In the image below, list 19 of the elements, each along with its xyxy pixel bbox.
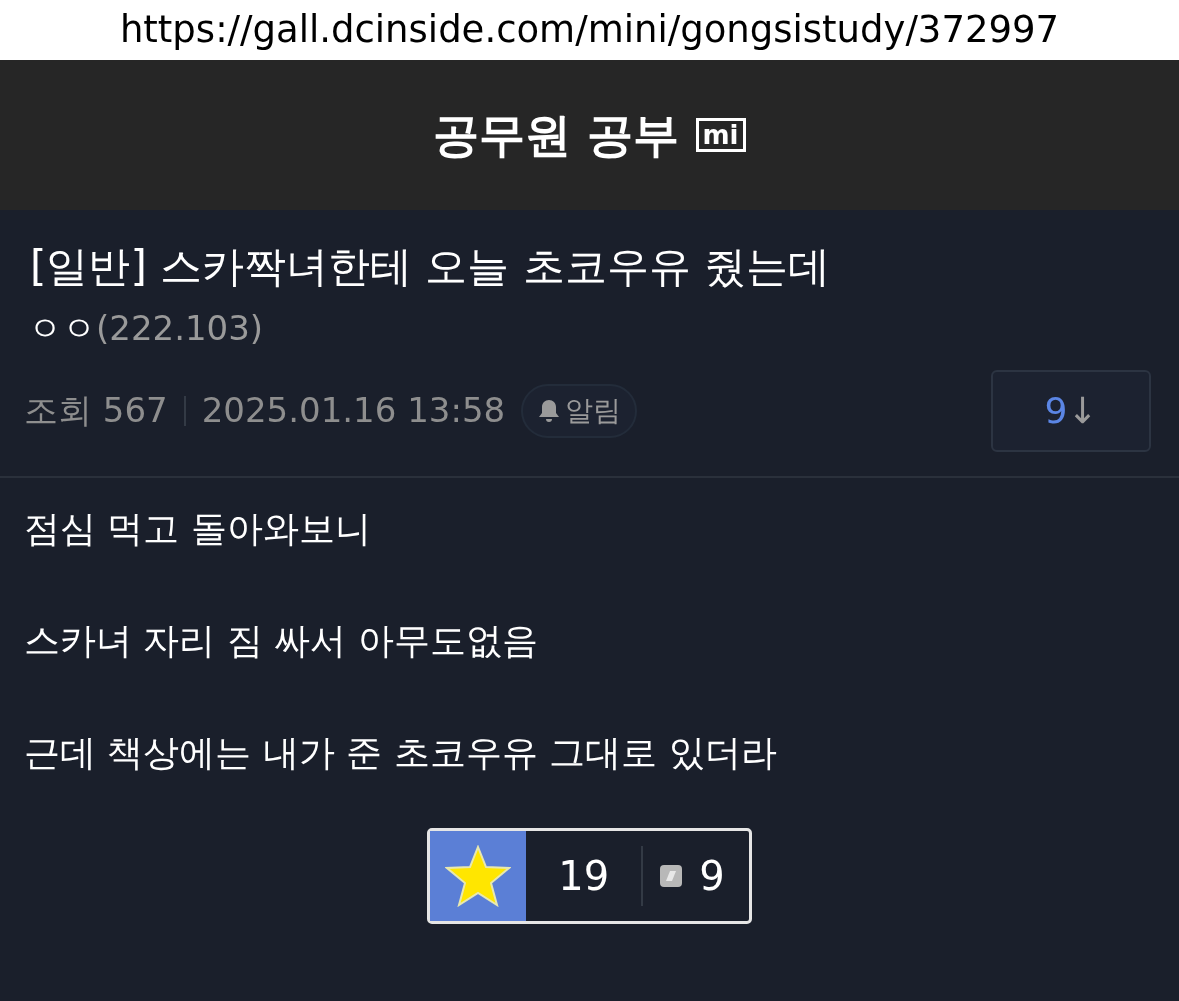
- mini-gallery-badge: mi: [695, 118, 746, 152]
- post-date: 2025.01.16 13:58: [201, 389, 506, 433]
- recommend-count: 19: [557, 851, 611, 901]
- star-icon: [445, 844, 512, 907]
- post-title: [일반] 스카짝녀한테 오늘 초코우유 줬는데: [29, 241, 832, 293]
- page-url: https://gall.dcinside.com/mini/gongsistudy/372997: [119, 7, 1060, 54]
- fixed-recommend-icon: [659, 863, 684, 888]
- fixed-recommend-count: 9: [698, 851, 726, 901]
- comment-count-button[interactable]: 9↓: [991, 369, 1151, 452]
- post-paragraph: 점심 먹고 돌아와보니: [24, 506, 372, 551]
- alert-button[interactable]: 알림: [521, 383, 638, 438]
- recommend-box[interactable]: 19 9: [427, 827, 752, 924]
- gallery-title: 공무원 공부: [433, 106, 680, 164]
- author-ip: (222.103): [96, 306, 264, 350]
- post-paragraph: 스카녀 자리 짐 싸서 아무도없음: [24, 618, 539, 663]
- author-name: ㅇㅇ: [28, 306, 96, 350]
- bell-icon: [537, 397, 562, 424]
- view-count: 조회 567: [24, 389, 168, 433]
- post-paragraph: 근데 책상에는 내가 준 초코우유 그대로 있더라: [24, 730, 778, 775]
